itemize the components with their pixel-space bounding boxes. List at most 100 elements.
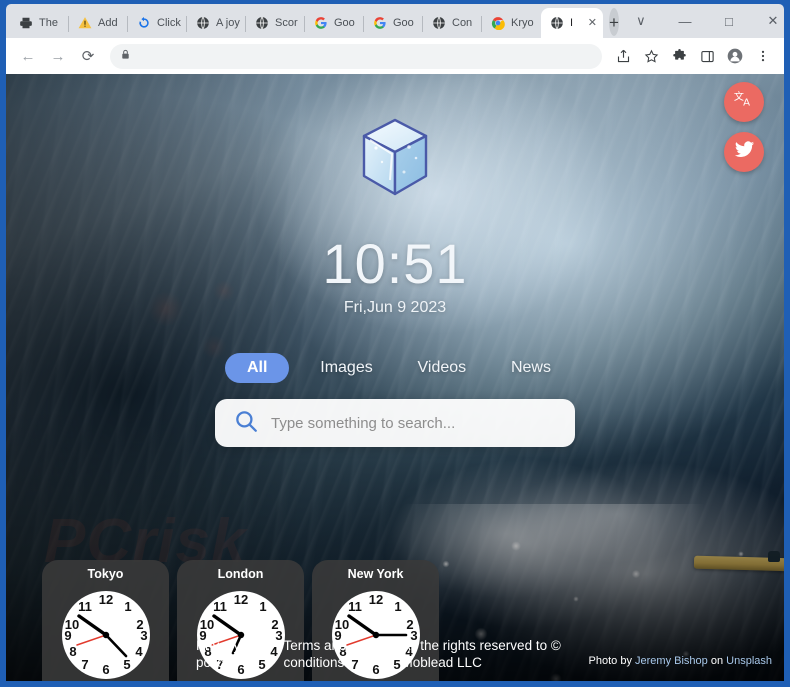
svg-text:5: 5 bbox=[123, 657, 130, 672]
browser-tab-active[interactable]: I ✕ bbox=[541, 8, 603, 38]
forward-button[interactable]: → bbox=[44, 42, 72, 70]
browser-tab-8[interactable]: Kryo bbox=[482, 8, 541, 38]
tab-title: A joy bbox=[216, 17, 240, 29]
svg-text:10: 10 bbox=[334, 617, 348, 632]
photo-author-link[interactable]: Jeremy Bishop bbox=[635, 655, 708, 667]
terms-conditions-link[interactable]: Terms and conditions bbox=[284, 638, 360, 672]
translate-icon: 文 A bbox=[733, 89, 755, 116]
svg-text:11: 11 bbox=[78, 599, 92, 614]
twitter-icon bbox=[734, 139, 755, 165]
chrome-icon bbox=[490, 15, 506, 31]
clock-city-label: Tokyo bbox=[87, 567, 124, 581]
clock-time: 10:51 bbox=[322, 232, 468, 295]
svg-text:11: 11 bbox=[348, 599, 362, 614]
footer-links: Privacy policy | Terms and conditions bbox=[196, 638, 360, 672]
close-icon[interactable]: ✕ bbox=[588, 17, 597, 29]
tab-videos[interactable]: Videos bbox=[404, 353, 481, 383]
tab-search-button[interactable]: ∨ bbox=[619, 6, 663, 36]
address-bar[interactable] bbox=[110, 43, 602, 69]
browser-tab-7[interactable]: Con bbox=[423, 8, 482, 38]
globe-icon bbox=[549, 15, 565, 31]
svg-text:12: 12 bbox=[368, 592, 382, 607]
tab-title: The bbox=[39, 17, 58, 29]
close-window-button[interactable]: ✕ bbox=[751, 6, 790, 36]
world-clock-tokyo: Tokyo 12 1 2 3 4 5 6 7 8 9 10 11 bbox=[42, 560, 169, 681]
svg-text:12: 12 bbox=[233, 592, 247, 607]
photo-source-link[interactable]: Unsplash bbox=[726, 655, 772, 667]
svg-text:12: 12 bbox=[98, 592, 112, 607]
new-tab-button[interactable]: + bbox=[609, 8, 619, 36]
browser-tab-0[interactable]: The bbox=[10, 8, 69, 38]
side-panel-icon[interactable] bbox=[694, 43, 720, 69]
search-input[interactable] bbox=[271, 414, 557, 432]
browser-window: The Add Click A joy Scor Goo Goo Con Kry… bbox=[0, 0, 790, 687]
svg-text:6: 6 bbox=[102, 662, 109, 677]
three-dots-icon[interactable] bbox=[750, 43, 776, 69]
svg-text:1: 1 bbox=[124, 599, 131, 614]
ice-cube-logo bbox=[354, 114, 436, 200]
page-viewport: PCrisk 文 A bbox=[6, 74, 784, 681]
tab-strip: The Add Click A joy Scor Goo Goo Con Kry… bbox=[6, 4, 784, 38]
browser-tab-4[interactable]: Scor bbox=[246, 8, 305, 38]
twitter-button[interactable] bbox=[724, 132, 764, 172]
profile-icon[interactable] bbox=[722, 43, 748, 69]
photo-credit-middle: on bbox=[707, 655, 727, 667]
google-icon bbox=[372, 15, 388, 31]
svg-text:3: 3 bbox=[410, 628, 417, 643]
browser-tab-1[interactable]: Add bbox=[69, 8, 128, 38]
photo-credit-prefix: Photo by bbox=[588, 655, 636, 667]
clock-city-label: London bbox=[217, 567, 264, 581]
tab-news[interactable]: News bbox=[497, 353, 565, 383]
analog-clock-face: 12 1 2 3 4 5 6 7 8 9 10 11 bbox=[54, 583, 158, 681]
category-tabs: All Images Videos News bbox=[225, 353, 565, 383]
clock-city-label: New York bbox=[347, 567, 404, 581]
back-button[interactable]: ← bbox=[14, 42, 42, 70]
new-tab-content: 10:51 Fri,Jun 9 2023 All Images Videos N… bbox=[6, 114, 784, 447]
browser-tab-3[interactable]: A joy bbox=[187, 8, 246, 38]
tab-all[interactable]: All bbox=[225, 353, 290, 383]
search-box[interactable] bbox=[215, 399, 575, 447]
tab-title: Click bbox=[157, 17, 181, 29]
browser-toolbar: ← → ⟳ bbox=[6, 38, 784, 74]
tab-title: Scor bbox=[275, 17, 298, 29]
globe-icon bbox=[195, 15, 211, 31]
maximize-button[interactable]: □ bbox=[707, 6, 751, 36]
svg-text:10: 10 bbox=[64, 617, 78, 632]
svg-text:11: 11 bbox=[213, 599, 227, 614]
tab-images[interactable]: Images bbox=[306, 353, 386, 383]
printer-icon bbox=[18, 15, 34, 31]
globe-icon bbox=[254, 15, 270, 31]
minimize-button[interactable]: — bbox=[663, 6, 707, 36]
floating-action-buttons: 文 A bbox=[724, 82, 764, 172]
svg-text:A: A bbox=[743, 97, 750, 108]
reload-button[interactable]: ⟳ bbox=[74, 42, 102, 70]
google-icon bbox=[313, 15, 329, 31]
svg-text:4: 4 bbox=[135, 644, 143, 659]
translate-button[interactable]: 文 A bbox=[724, 82, 764, 122]
svg-text:3: 3 bbox=[140, 628, 147, 643]
browser-tab-5[interactable]: Goo bbox=[305, 8, 364, 38]
tab-title: I bbox=[570, 17, 574, 29]
share-icon[interactable] bbox=[610, 43, 636, 69]
tab-title: Goo bbox=[334, 17, 355, 29]
svg-text:10: 10 bbox=[199, 617, 213, 632]
lock-icon bbox=[120, 47, 131, 65]
globe-icon bbox=[431, 15, 447, 31]
svg-text:6: 6 bbox=[372, 662, 379, 677]
photo-credit: Photo by Jeremy Bishop on Unsplash bbox=[589, 655, 772, 667]
svg-text:7: 7 bbox=[81, 657, 88, 672]
svg-text:4: 4 bbox=[405, 644, 413, 659]
privacy-policy-link[interactable]: Privacy policy bbox=[196, 638, 272, 672]
footer-separator: | bbox=[276, 638, 280, 654]
tab-title: Kryo bbox=[511, 17, 534, 29]
svg-text:1: 1 bbox=[259, 599, 266, 614]
puzzle-icon[interactable] bbox=[666, 43, 692, 69]
window-controls: ∨ — □ ✕ bbox=[619, 4, 790, 38]
chrome-sync-icon bbox=[136, 15, 152, 31]
svg-text:5: 5 bbox=[393, 657, 400, 672]
browser-tab-6[interactable]: Goo bbox=[364, 8, 423, 38]
browser-tab-2[interactable]: Click bbox=[128, 8, 187, 38]
star-icon[interactable] bbox=[638, 43, 664, 69]
clock-date: Fri,Jun 9 2023 bbox=[343, 299, 447, 316]
tab-title: Con bbox=[452, 17, 473, 29]
